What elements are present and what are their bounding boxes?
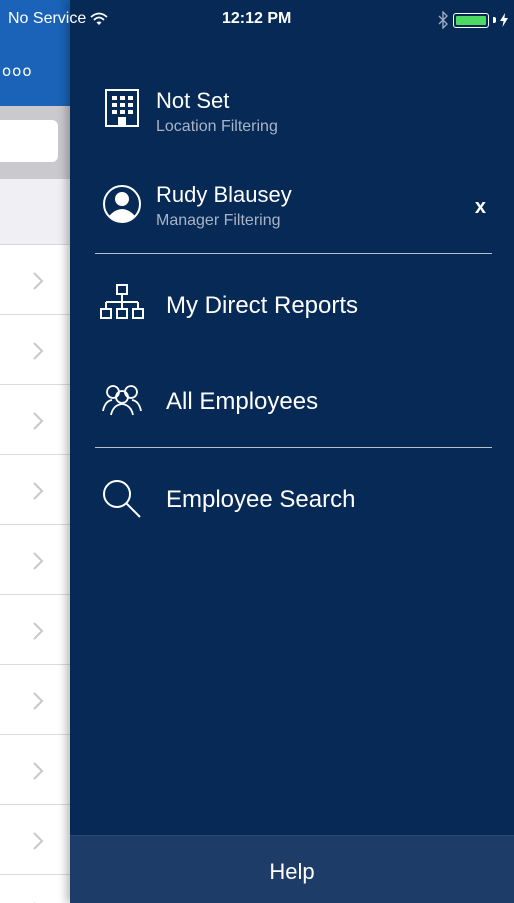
- divider: [95, 253, 492, 254]
- menu-item-employee-search[interactable]: Employee Search: [70, 465, 514, 535]
- side-drawer: Not Set Location Filtering Rudy Blausey …: [70, 0, 514, 903]
- background-search-field[interactable]: [0, 120, 58, 162]
- charging-bolt-icon: [500, 13, 508, 27]
- chevron-right-icon: [33, 692, 44, 710]
- divider: [95, 447, 492, 448]
- list-row[interactable]: [0, 875, 70, 903]
- org-chart-icon: [100, 284, 144, 319]
- menu-item-label: My Direct Reports: [166, 292, 359, 319]
- menu-item-label: All Employees: [166, 388, 319, 415]
- more-dots-icon[interactable]: ooo: [2, 62, 33, 80]
- location-filter-subtitle: Location Filtering: [156, 118, 278, 135]
- location-filter-title: Not Set: [156, 88, 230, 113]
- battery-tip: [493, 17, 496, 23]
- menu-item-my-direct-reports[interactable]: My Direct Reports: [70, 271, 514, 341]
- help-button[interactable]: Help: [70, 835, 514, 903]
- list-row[interactable]: [0, 525, 70, 595]
- clear-manager-filter-button[interactable]: x: [475, 196, 486, 219]
- status-right: [437, 11, 508, 29]
- manager-filter-subtitle: Manager Filtering: [156, 212, 281, 229]
- status-time: 12:12 PM: [222, 10, 292, 27]
- list-row[interactable]: [0, 455, 70, 525]
- chevron-right-icon: [33, 482, 44, 500]
- list-row[interactable]: [0, 805, 70, 875]
- list-row[interactable]: [0, 245, 70, 315]
- background-section-header: [0, 179, 70, 245]
- help-label: Help: [269, 859, 315, 884]
- building-icon: [105, 89, 139, 127]
- list-row[interactable]: [0, 385, 70, 455]
- list-row[interactable]: [0, 595, 70, 665]
- background-employee-list: ooo: [0, 0, 70, 903]
- chevron-right-icon: [33, 622, 44, 640]
- chevron-right-icon: [33, 762, 44, 780]
- location-filter-row[interactable]: Not Set Location Filtering: [70, 82, 514, 162]
- carrier-label: No Service: [8, 10, 87, 27]
- list-row[interactable]: [0, 735, 70, 805]
- status-bar: No Service 12:12 PM: [0, 0, 514, 40]
- chevron-right-icon: [33, 342, 44, 360]
- wifi-icon: [90, 12, 108, 25]
- manager-filter-row[interactable]: Rudy Blausey Manager Filtering x: [70, 178, 514, 258]
- chevron-right-icon: [33, 412, 44, 430]
- battery-fill: [456, 15, 486, 25]
- list-row[interactable]: [0, 665, 70, 735]
- chevron-right-icon: [33, 272, 44, 290]
- person-icon: [103, 185, 141, 223]
- list-row[interactable]: [0, 315, 70, 385]
- bluetooth-icon: [438, 11, 448, 29]
- status-left: No Service: [8, 10, 108, 28]
- menu-item-label: Employee Search: [166, 486, 356, 513]
- battery-icon: [453, 12, 489, 28]
- chevron-right-icon: [33, 832, 44, 850]
- people-group-icon: [102, 385, 142, 416]
- manager-filter-title: Rudy Blausey: [156, 182, 292, 207]
- chevron-right-icon: [33, 552, 44, 570]
- menu-item-all-employees[interactable]: All Employees: [70, 367, 514, 437]
- search-icon: [103, 480, 141, 518]
